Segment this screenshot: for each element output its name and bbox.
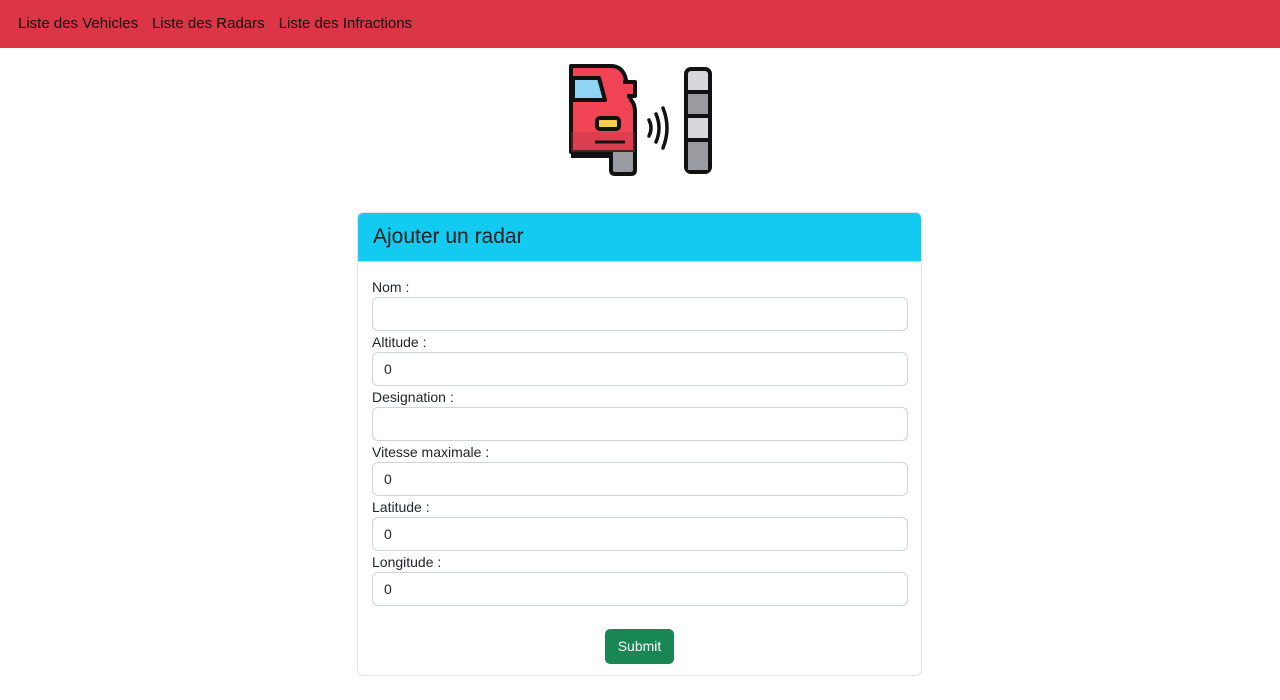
radar-form: Nom : Altitude : Designation : Vitesse m… [358,262,921,664]
designation-input[interactable] [372,407,908,441]
altitude-input[interactable] [372,352,908,386]
add-radar-card: Ajouter un radar Nom : Altitude : Design… [357,212,922,676]
field-label-vitesse-maximale: Vitesse maximale : [372,444,490,460]
submit-button[interactable]: Submit [605,629,674,664]
field-altitude: Altitude : [372,333,908,388]
latitude-input[interactable] [372,517,908,551]
submit-row: Submit [372,629,907,664]
nav-link-radars[interactable]: Liste des Radars [152,0,265,48]
field-label-designation: Designation : [372,389,454,405]
longitude-input[interactable] [372,572,908,606]
field-label-altitude: Altitude : [372,334,427,350]
nav-link-infractions[interactable]: Liste des Infractions [279,0,412,48]
nav-link-vehicles[interactable]: Liste des Vehicles [18,0,138,48]
field-designation: Designation : [372,388,908,443]
radar-car-icon [565,62,715,178]
top-navbar: Liste des Vehicles Liste des Radars List… [0,0,1280,48]
card-header: Ajouter un radar [358,213,921,262]
card-title: Ajouter un radar [373,225,524,248]
field-label-latitude: Latitude : [372,499,430,515]
field-label-nom: Nom : [372,279,410,295]
vitesse-maximale-input[interactable] [372,462,908,496]
field-vitesse-maximale: Vitesse maximale : [372,443,908,498]
field-nom: Nom : [372,278,908,333]
field-label-longitude: Longitude : [372,554,442,570]
field-longitude: Longitude : [372,553,908,608]
field-latitude: Latitude : [372,498,908,553]
nom-input[interactable] [372,297,908,331]
